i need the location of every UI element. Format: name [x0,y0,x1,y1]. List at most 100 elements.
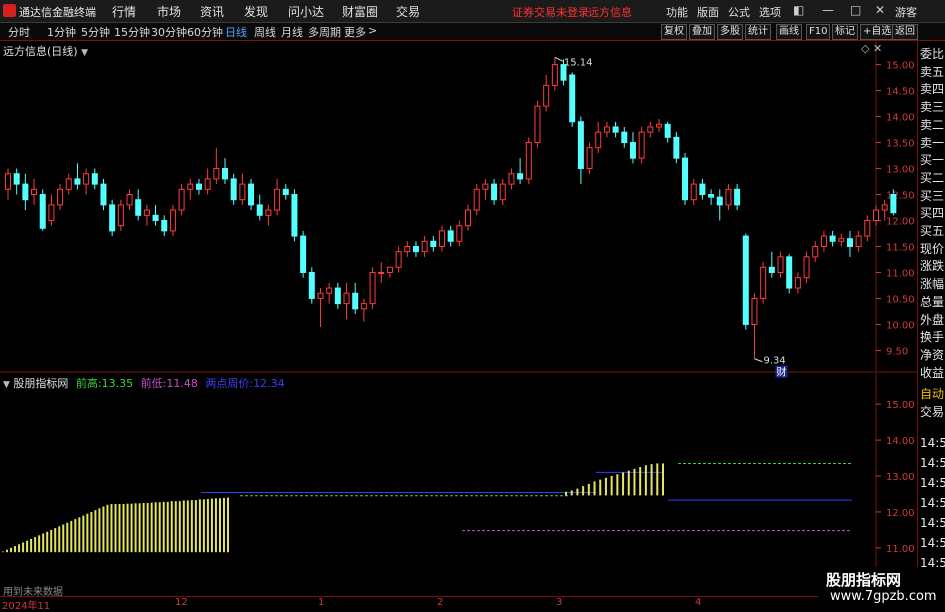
minimize-icon[interactable]: — [822,3,834,17]
candle-down [222,168,228,180]
menu-item-quotes[interactable]: 行情 [112,3,136,20]
candle-up [386,266,393,273]
candle-down [109,204,116,232]
indicator-y-tick-label: 11.00 [886,544,915,555]
candle-up [760,266,767,299]
candle-down [708,194,715,198]
candle-up [656,123,662,128]
settings-icon[interactable]: ◇ [861,42,869,55]
period-30min[interactable]: 30分钟 [151,24,187,40]
watermark: 股朋指标网 www.7gpzb.com [818,567,945,609]
x-label-apr: 4 [695,597,702,608]
x-axis: 2024年11 12 1 2 3 4 [0,596,917,612]
period-60min[interactable]: 60分钟 [187,24,223,40]
menu-item-ask[interactable]: 问小达 [288,3,324,20]
candle-up [421,240,428,253]
main-y-tick-label: 10.00 [886,320,915,331]
candle-up [812,245,819,258]
x-label-nov: 2024年11 [2,601,51,612]
quote-field-label: 买二 [920,170,945,185]
trade-login-warning[interactable]: 证券交易未登录 [512,4,589,20]
candle-up [31,188,38,196]
candle-up [725,188,732,206]
candle-up [204,178,211,190]
candlestick-series[interactable] [5,57,897,359]
candle-down [152,214,159,221]
candle-up [378,271,385,274]
guest-label[interactable]: 游客 [895,4,917,20]
candle-up [117,204,124,227]
period-5min[interactable]: 5分钟 [81,24,110,40]
chevron-down-icon[interactable]: ▼ [3,380,10,390]
candle-down [135,199,142,216]
multi-stock-button[interactable]: 多股 [717,24,743,40]
candle-up [551,64,558,86]
menu-item-function[interactable]: 功能 [666,4,688,20]
quote-field-label: 现价 [920,241,945,256]
period-weekly[interactable]: 周线 [254,24,276,40]
x-label-feb: 2 [437,597,444,608]
candle-down [430,240,437,247]
period-daily[interactable]: 日线 [225,24,247,40]
candle-down [300,235,307,273]
menu-item-discover[interactable]: 发现 [244,3,268,20]
period-15min[interactable]: 15分钟 [114,24,150,40]
candle-down [195,183,202,190]
panel-tab[interactable]: 交易 [920,403,944,420]
period-multi[interactable]: 多周期 [308,24,341,40]
candle-down [74,178,81,185]
candle-down [291,194,298,237]
candle-down [768,266,775,273]
candle-down [248,183,255,206]
menu-item-options[interactable]: 选项 [759,4,781,20]
f10-button[interactable]: F10 [806,24,831,40]
period-toolbar: 分时 1分钟 5分钟 15分钟 30分钟 60分钟 日线 周线 月线 多周期 更… [0,23,945,41]
chevron-right-icon[interactable]: > [368,24,377,37]
chart-area[interactable]: 15.00 14.50 14.00 13.50 13.00 12.50 12.00 11.50… [0,41,917,596]
candle-up [482,183,489,190]
candle-down [569,74,576,123]
trade-time: 14:56 [920,436,945,450]
period-intraday[interactable]: 分时 [8,24,30,40]
menu-item-trade[interactable]: 交易 [396,3,420,20]
chevron-down-icon[interactable]: ▼ [81,48,88,58]
skin-icon[interactable]: ◧ [793,3,804,17]
prev-low-value: 11.48 [166,377,198,390]
menu-item-wealth-circle[interactable]: 财富圈 [342,3,378,20]
candle-down [786,256,793,289]
menu-item-market[interactable]: 市场 [157,3,181,20]
quote-field-label: 总量 [920,294,945,309]
period-1min[interactable]: 1分钟 [47,24,76,40]
stock-name: 远方信息 [588,6,632,19]
maximize-icon[interactable]: □ [850,3,861,17]
menu-item-layout[interactable]: 版面 [697,4,719,20]
back-button[interactable]: 返回 [892,24,918,40]
add-watchlist-button[interactable]: +自选 [860,24,895,40]
x-label-jan: 1 [318,597,325,608]
quote-field-label: 收益 [920,365,945,380]
mark-button[interactable]: 标记 [832,24,858,40]
overlay-button[interactable]: 叠加 [689,24,715,40]
candle-down [716,196,723,206]
adjust-button[interactable]: 复权 [661,24,687,40]
draw-line-button[interactable]: 画线 [776,24,802,40]
statistics-button[interactable]: 统计 [745,24,771,40]
period-monthly[interactable]: 月线 [281,24,303,40]
trade-time: 14:56 [920,496,945,510]
menu-item-formula[interactable]: 公式 [728,4,750,20]
event-badge: 财 [776,366,786,379]
main-y-tick-label: 14.00 [886,113,915,124]
candle-down [682,157,689,201]
close-icon[interactable]: ✕ [875,3,885,17]
close-chart-icon[interactable]: ✕ [873,42,882,55]
candle-up [343,292,350,305]
trade-time: 14:56 [920,536,945,550]
menu-item-news[interactable]: 资讯 [200,3,224,20]
candle-up [274,188,281,211]
quote-field-label: 卖三 [920,100,945,115]
main-y-tick-label: 11.00 [886,268,915,279]
period-more[interactable]: 更多 [344,24,366,40]
indicator-bars [2,463,664,553]
panel-tab[interactable]: 自动 [920,385,944,402]
quote-field-label: 买五 [920,224,945,238]
